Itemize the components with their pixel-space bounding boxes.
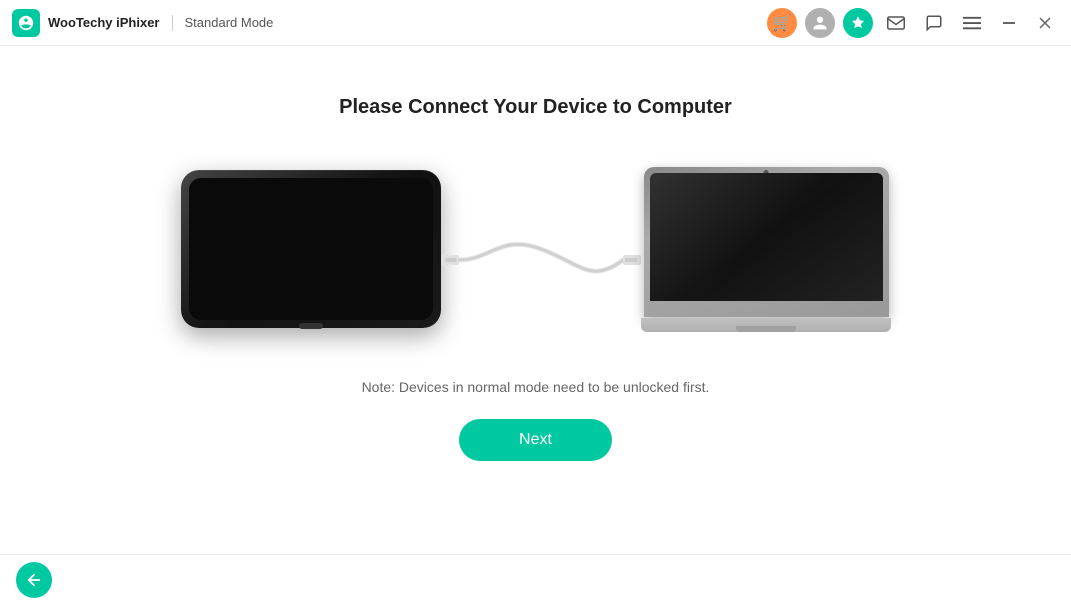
app-mode: Standard Mode (185, 15, 274, 30)
iphone-device (181, 170, 441, 328)
account-icon (812, 15, 828, 31)
chat-icon (925, 14, 943, 32)
title-divider (172, 15, 173, 31)
upgrade-button[interactable] (843, 8, 873, 38)
shop-button[interactable]: 🛒 (767, 8, 797, 38)
main-content: Please Connect Your Device to Computer (0, 46, 1071, 554)
note-text: Note: Devices in normal mode need to be … (362, 379, 710, 395)
titlebar-icons: 🛒 (767, 8, 1059, 38)
laptop-screen-outer (644, 167, 889, 317)
menu-button[interactable] (957, 8, 987, 38)
mail-button[interactable] (881, 8, 911, 38)
laptop-screen (650, 173, 883, 301)
close-button[interactable] (1031, 9, 1059, 37)
app-logo (12, 9, 40, 37)
minimize-button[interactable] (995, 9, 1023, 37)
logo-icon (17, 14, 35, 32)
device-illustration (156, 159, 916, 339)
page-title: Please Connect Your Device to Computer (339, 96, 732, 119)
upgrade-icon (850, 15, 866, 31)
menu-icon (963, 16, 981, 30)
back-arrow-icon (25, 571, 43, 589)
cable-svg (441, 219, 641, 299)
account-button[interactable] (805, 8, 835, 38)
back-button[interactable] (16, 562, 52, 598)
iphone-home-button (299, 323, 323, 329)
chat-button[interactable] (919, 8, 949, 38)
iphone-screen (189, 178, 433, 320)
app-name: WooTechy iPhixer (48, 15, 160, 30)
laptop-base (641, 318, 891, 332)
next-button[interactable]: Next (459, 419, 612, 461)
mail-icon (887, 16, 905, 30)
close-icon (1039, 17, 1051, 29)
bottom-bar (0, 554, 1071, 604)
minimize-icon (1003, 22, 1015, 24)
titlebar: WooTechy iPhixer Standard Mode 🛒 (0, 0, 1071, 46)
laptop-device (641, 167, 891, 332)
usb-cable (441, 219, 641, 299)
